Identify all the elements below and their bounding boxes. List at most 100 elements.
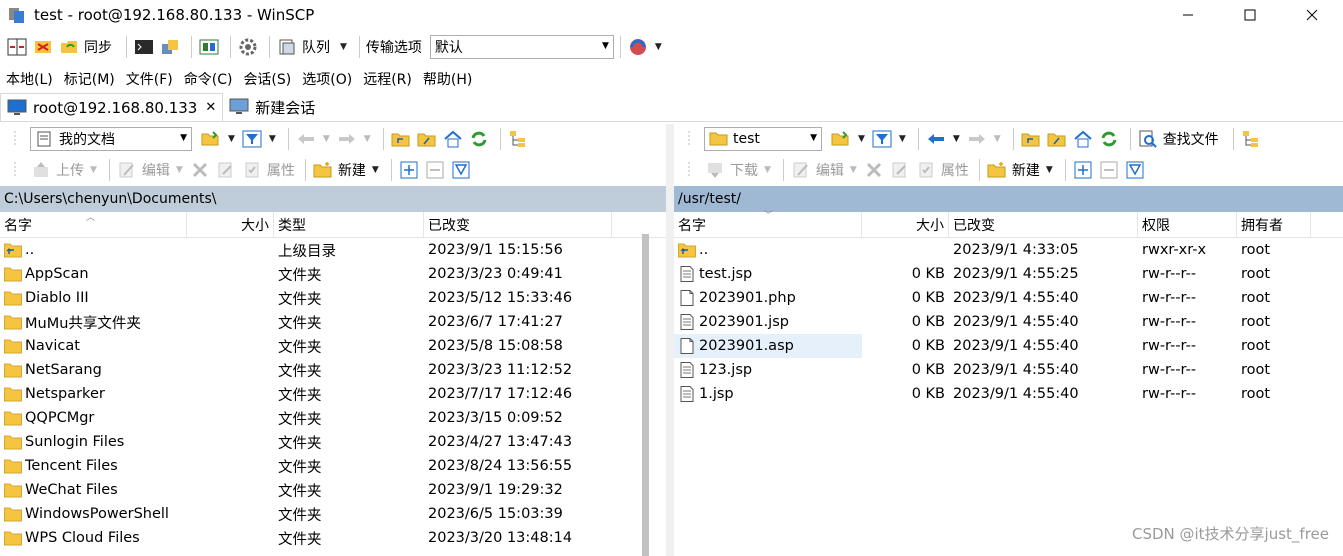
terminal-icon[interactable] (133, 36, 155, 58)
table-row[interactable]: 2023901.asp 0 KB 2023/9/1 4:55:40 rw-r--r--… (674, 334, 1343, 358)
row-name[interactable]: 1.jsp (674, 382, 862, 406)
download-label[interactable]: 下载 (730, 160, 758, 180)
row-name[interactable]: Sunlogin Files (0, 430, 187, 454)
menu-remote[interactable]: 远程(R) (363, 69, 412, 89)
chevron-down-icon[interactable]: ▼ (899, 134, 906, 144)
parent-dir-icon[interactable] (1020, 128, 1042, 150)
panels-icon[interactable] (198, 36, 220, 58)
open-folder-icon[interactable] (200, 128, 222, 150)
chevron-down-icon[interactable]: ▼ (372, 165, 379, 175)
col-owner[interactable]: 拥有者 (1237, 212, 1311, 238)
select-plus-icon[interactable] (1072, 159, 1094, 181)
menu-session[interactable]: 会话(S) (243, 69, 291, 89)
row-name[interactable]: NetSarang (0, 358, 187, 382)
local-path-bar[interactable]: C:\Users\chenyun\Documents\ (0, 186, 666, 212)
local-scrollbar[interactable] (642, 234, 666, 556)
rename-icon[interactable] (215, 159, 237, 181)
row-name[interactable]: Netsparker (0, 382, 187, 406)
table-row[interactable]: .. 上级目录 2023/9/1 15:15:56 (0, 238, 666, 262)
select-minus-icon[interactable] (1098, 159, 1120, 181)
properties-icon[interactable] (241, 159, 263, 181)
edit-label[interactable]: 编辑 (816, 160, 844, 180)
rename-icon[interactable] (889, 159, 911, 181)
local-location-select[interactable]: 我的文档 ▼ (30, 127, 192, 151)
row-name[interactable]: 2023901.asp (674, 334, 862, 358)
remote-location-select[interactable]: test ▼ (704, 127, 822, 151)
reconnect-dropdown-icon[interactable]: ▼ (655, 42, 662, 52)
chevron-down-icon[interactable]: ▼ (953, 134, 960, 144)
row-name[interactable]: 123.jsp (674, 358, 862, 382)
table-row[interactable]: WPS Cloud Files 文件夹 2023/3/20 13:48:14 (0, 526, 666, 550)
back-arrow-icon[interactable] (295, 128, 317, 150)
filter-select-icon[interactable] (1124, 159, 1146, 181)
delete-icon[interactable] (863, 159, 885, 181)
new-folder-icon[interactable] (312, 159, 334, 181)
tree-view-icon[interactable] (1240, 128, 1262, 150)
forward-arrow-icon[interactable] (966, 128, 988, 150)
chevron-down-icon[interactable]: ▼ (228, 134, 235, 144)
select-minus-icon[interactable] (424, 159, 446, 181)
new-folder-icon[interactable] (986, 159, 1008, 181)
putty-icon[interactable] (159, 36, 181, 58)
open-folder-icon[interactable] (830, 128, 852, 150)
row-name[interactable]: MuMu共享文件夹 (0, 310, 187, 334)
close-tab-icon[interactable]: ✕ (205, 100, 216, 115)
filter-select-icon[interactable] (450, 159, 472, 181)
row-name[interactable]: WindowsPowerShell (0, 502, 187, 526)
row-name[interactable]: WeChat Files (0, 478, 187, 502)
chevron-down-icon[interactable]: ▼ (1046, 165, 1053, 175)
table-row[interactable]: 1.jsp 0 KB 2023/9/1 4:55:40 rw-r--r-- root (674, 382, 1343, 406)
table-row[interactable]: MuMu共享文件夹 文件夹 2023/6/7 17:41:27 (0, 310, 666, 334)
chevron-down-icon[interactable]: ▼ (850, 165, 857, 175)
tab-session[interactable]: root@192.168.80.133 ✕ (0, 93, 224, 121)
edit-icon[interactable] (116, 159, 138, 181)
col-changed[interactable]: 已改变 (424, 212, 612, 238)
panel-splitter[interactable] (666, 124, 674, 556)
new-label[interactable]: 新建 (338, 160, 366, 180)
row-name[interactable]: QQPCMgr (0, 406, 187, 430)
row-name[interactable]: test.jsp (674, 262, 862, 286)
col-rights[interactable]: 权限 (1138, 212, 1237, 238)
remote-path-bar[interactable]: /usr/test/ (674, 186, 1343, 212)
table-row[interactable]: Netsparker 文件夹 2023/7/17 17:12:46 (0, 382, 666, 406)
table-row[interactable]: 123.jsp 0 KB 2023/9/1 4:55:40 rw-r--r-- root (674, 358, 1343, 382)
forward-arrow-icon[interactable] (336, 128, 358, 150)
download-icon[interactable] (704, 159, 726, 181)
menu-options[interactable]: 选项(O) (302, 69, 352, 89)
row-name[interactable]: Navicat (0, 334, 187, 358)
queue-dropdown-icon[interactable]: ▼ (340, 42, 347, 52)
menu-help[interactable]: 帮助(H) (423, 69, 472, 89)
find-files-icon[interactable] (1137, 128, 1159, 150)
row-name[interactable]: .. (0, 238, 187, 262)
delete-icon[interactable] (189, 159, 211, 181)
table-row[interactable]: Diablo III 文件夹 2023/5/12 15:33:46 (0, 286, 666, 310)
reconnect-icon[interactable] (627, 36, 649, 58)
edit-label[interactable]: 编辑 (142, 160, 170, 180)
root-dir-icon[interactable] (1046, 128, 1068, 150)
filter-icon[interactable] (871, 128, 893, 150)
synchronize-icon[interactable] (58, 36, 80, 58)
row-name[interactable]: Tencent Files (0, 454, 187, 478)
table-row[interactable]: NetSarang 文件夹 2023/3/23 11:12:52 (0, 358, 666, 382)
row-name[interactable]: .. (674, 238, 862, 262)
home-icon[interactable] (1072, 128, 1094, 150)
chevron-down-icon[interactable]: ▼ (994, 134, 1001, 144)
queue-icon[interactable] (276, 36, 298, 58)
minimize-button[interactable] (1157, 0, 1219, 30)
table-row[interactable]: Navicat 文件夹 2023/5/8 15:08:58 (0, 334, 666, 358)
menu-local[interactable]: 本地(L) (6, 69, 53, 89)
chevron-down-icon[interactable]: ▼ (269, 134, 276, 144)
table-row[interactable]: .. 2023/9/1 4:33:05 rwxr-xr-x root (674, 238, 1343, 262)
close-window-button[interactable] (1281, 0, 1343, 30)
row-name[interactable]: WPS Cloud Files (0, 526, 187, 550)
table-row[interactable]: 2023901.jsp 0 KB 2023/9/1 4:55:40 rw-r--r--… (674, 310, 1343, 334)
table-row[interactable]: Sunlogin Files 文件夹 2023/4/27 13:47:43 (0, 430, 666, 454)
properties-label[interactable]: 属性 (267, 160, 295, 180)
refresh-icon[interactable] (1098, 128, 1120, 150)
parent-dir-icon[interactable] (390, 128, 412, 150)
table-row[interactable]: WeChat Files 文件夹 2023/9/1 19:29:32 (0, 478, 666, 502)
menu-commands[interactable]: 命令(C) (184, 69, 233, 89)
table-row[interactable]: 2023901.php 0 KB 2023/9/1 4:55:40 rw-r--r--… (674, 286, 1343, 310)
sync-browsing-icon[interactable] (32, 36, 54, 58)
tree-view-icon[interactable] (507, 128, 529, 150)
